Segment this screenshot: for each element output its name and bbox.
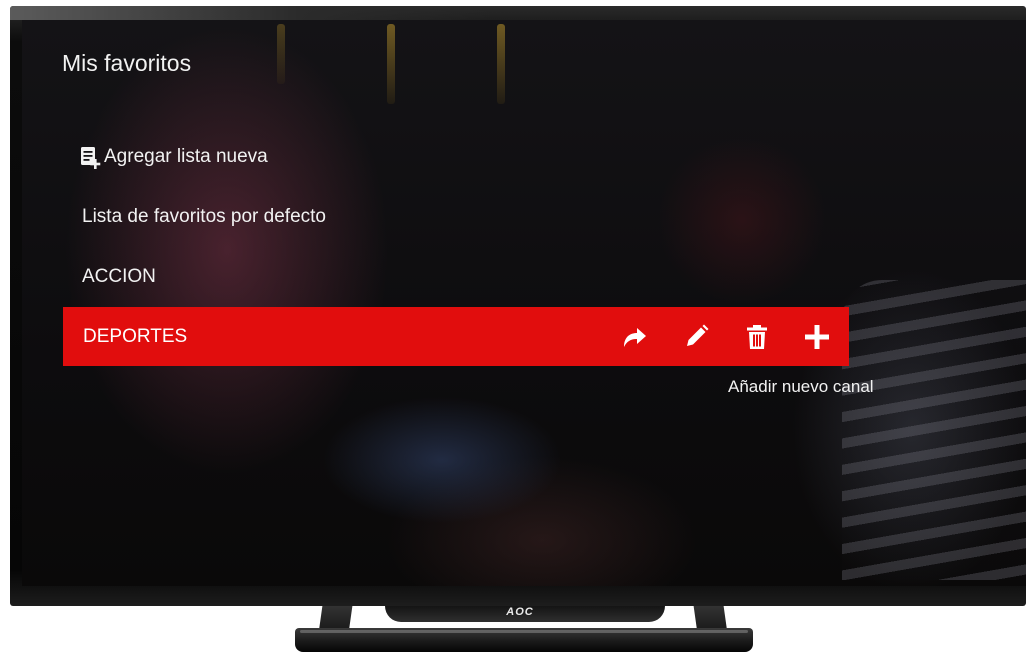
list-item-accion[interactable]: ACCION — [82, 262, 156, 292]
plus-icon[interactable] — [801, 321, 833, 353]
add-list-label: Agregar lista nueva — [104, 146, 268, 167]
list-item-deportes-selected[interactable]: DEPORTES — [63, 307, 849, 366]
tv-bezel-highlight — [10, 6, 490, 20]
move-icon[interactable] — [618, 321, 650, 353]
menu-title: Mis favoritos — [62, 50, 192, 76]
tv-brand-logo: AOC — [506, 606, 534, 618]
add-channel-tooltip: Añadir nuevo canal — [728, 377, 874, 396]
background-light — [387, 24, 395, 104]
tv-screen: Mis favoritos Agregar lista nueva Lista … — [22, 20, 1026, 586]
list-item-default-favorites[interactable]: Lista de favoritos por defecto — [82, 202, 326, 232]
background-shirt — [842, 280, 1026, 580]
trash-icon[interactable] — [741, 321, 773, 353]
edit-icon[interactable] — [680, 321, 712, 353]
background-light — [497, 24, 505, 104]
list-item-label: DEPORTES — [83, 325, 188, 347]
background-light — [277, 24, 285, 84]
tv-stand-shine — [300, 630, 748, 633]
add-list-icon — [81, 147, 101, 169]
add-list-button[interactable]: Agregar lista nueva — [80, 142, 268, 172]
